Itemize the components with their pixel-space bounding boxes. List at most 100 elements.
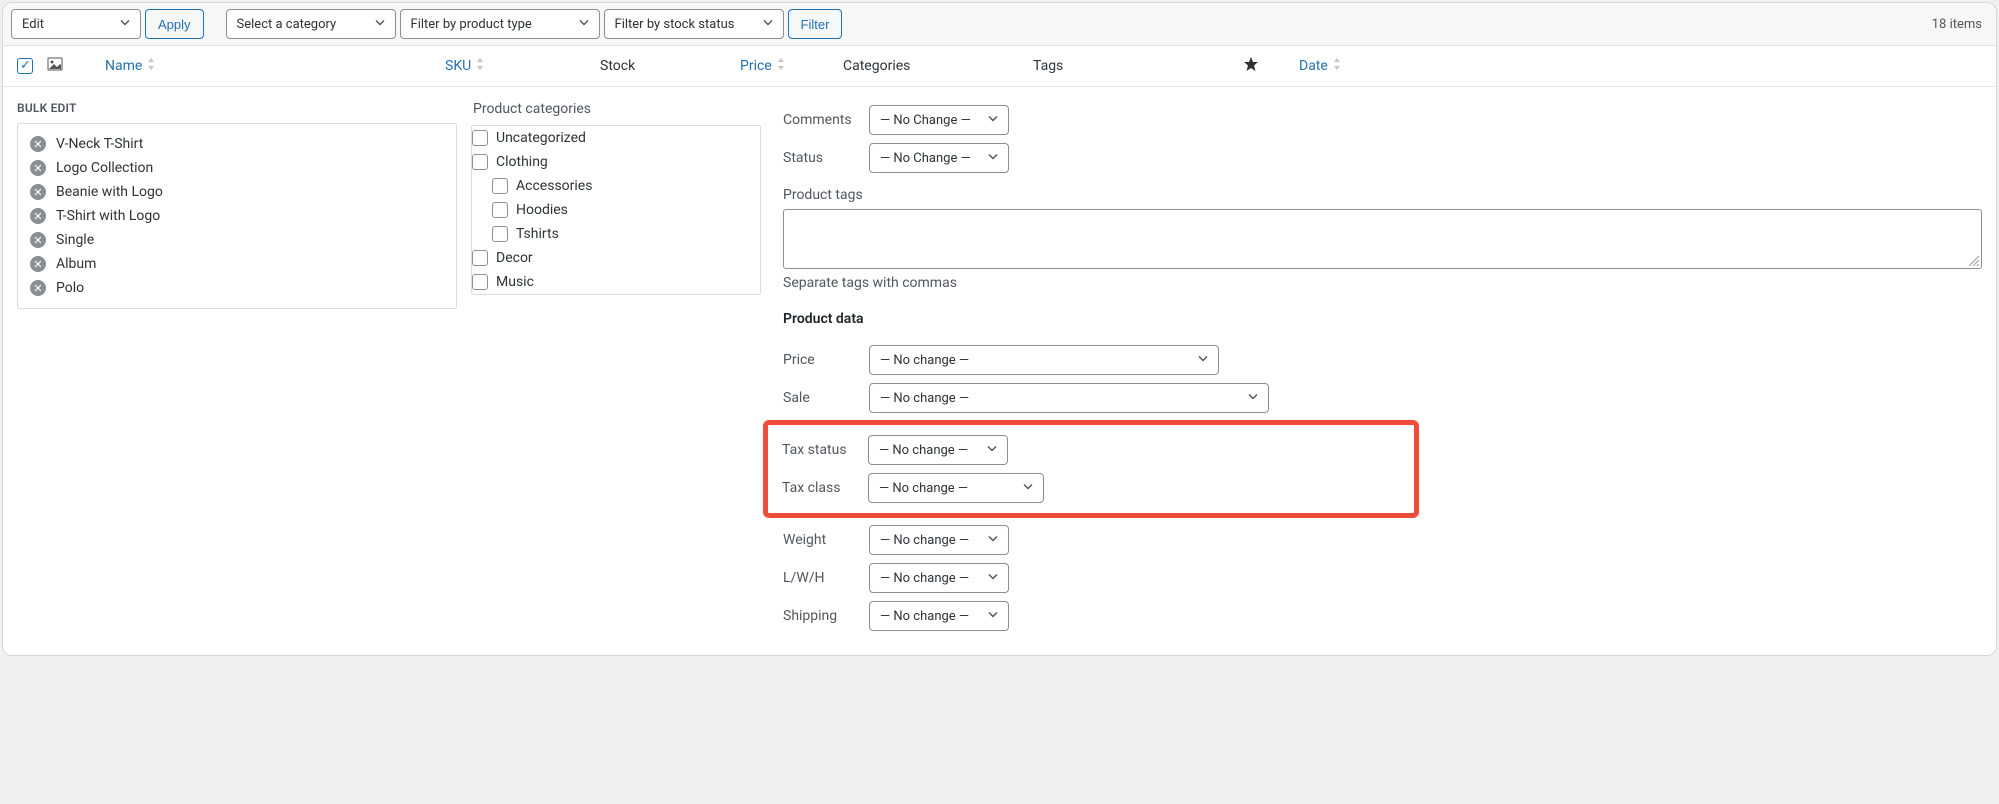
remove-icon[interactable]: ✕ [30,280,46,296]
status-value: — No Change — [880,151,971,166]
product-type-filter-select[interactable]: Filter by product type [400,9,600,39]
column-name[interactable]: Name [97,48,437,84]
list-item: ✕ Album [30,252,444,276]
remove-icon[interactable]: ✕ [30,160,46,176]
filter-button[interactable]: Filter [788,9,843,39]
select-all-checkbox[interactable] [17,58,33,74]
bulk-edit-title: BULK EDIT [17,101,457,123]
category-checkbox[interactable] [492,202,508,218]
column-name-label: Name [105,58,142,74]
comments-label: Comments [783,112,869,128]
category-filter-select[interactable]: Select a category [226,9,396,39]
list-item: ✕ Single [30,228,444,252]
stock-status-filter-value: Filter by stock status [615,17,735,32]
list-item: ✕ Beanie with Logo [30,180,444,204]
category-label: Clothing [496,154,548,170]
category-label: Accessories [516,178,592,194]
category-checkbox[interactable] [492,178,508,194]
column-categories: Categories [835,48,1025,84]
chevron-down-icon [1023,481,1033,496]
price-value: — No change — [880,353,969,368]
list-item: ✕ T-Shirt with Logo [30,204,444,228]
chevron-down-icon [1248,391,1258,406]
comments-value: — No Change — [880,113,971,128]
remove-icon[interactable]: ✕ [30,208,46,224]
category-item[interactable]: Music [472,270,760,294]
category-item[interactable]: Clothing [472,150,760,174]
category-item[interactable]: Uncategorized [472,126,760,150]
chevron-down-icon [988,571,998,586]
category-item[interactable]: Tshirts [472,222,760,246]
product-data-title: Product data [783,305,1982,341]
image-column-icon [47,57,63,75]
lwh-select[interactable]: — No change — [869,563,1009,593]
status-label: Status [783,150,869,166]
categories-panel: Uncategorized Clothing Accessories Hoodi… [471,125,761,295]
category-checkbox[interactable] [472,274,488,290]
tax-class-label: Tax class [782,480,868,496]
category-item[interactable]: Accessories [472,174,760,198]
star-icon [1243,56,1259,76]
category-checkbox[interactable] [472,154,488,170]
remove-icon[interactable]: ✕ [30,136,46,152]
apply-button[interactable]: Apply [145,9,204,39]
comments-select[interactable]: — No Change — [869,105,1009,135]
category-checkbox[interactable] [472,250,488,266]
product-categories-title: Product categories [471,101,761,125]
shipping-label: Shipping [783,608,869,624]
chevron-down-icon [987,443,997,458]
shipping-select[interactable]: — No change — [869,601,1009,631]
sort-icon [776,58,786,74]
column-date[interactable]: Date [1291,48,1996,84]
column-categories-label: Categories [843,58,910,74]
column-price[interactable]: Price [732,48,835,84]
column-tags: Tags [1025,48,1235,84]
product-type-filter-value: Filter by product type [411,17,532,32]
product-tags-input[interactable] [783,209,1982,269]
category-item[interactable]: Decor [472,246,760,270]
column-stock-label: Stock [600,58,635,74]
category-label: Decor [496,250,533,266]
chevron-down-icon [988,113,998,128]
product-name: Single [56,232,94,248]
sale-select[interactable]: — No change — [869,383,1269,413]
product-name: Album [56,256,96,272]
category-label: Uncategorized [496,130,586,146]
column-stock: Stock [592,48,732,84]
tax-status-select[interactable]: — No change — [868,435,1008,465]
sale-label: Sale [783,390,869,406]
weight-value: — No change — [880,533,969,548]
product-name: V-Neck T-Shirt [56,136,143,152]
column-date-label: Date [1299,58,1328,74]
category-item[interactable]: Hoodies [472,198,760,222]
category-checkbox[interactable] [472,130,488,146]
price-select[interactable]: — No change — [869,345,1219,375]
weight-select[interactable]: — No change — [869,525,1009,555]
product-tags-label: Product tags [783,177,1982,209]
tax-class-value: — No change — [879,481,968,496]
category-checkbox[interactable] [492,226,508,242]
chevron-down-icon [988,151,998,166]
category-label: Tshirts [516,226,559,242]
chevron-down-icon [375,17,385,32]
bulk-action-select[interactable]: Edit [11,9,141,39]
column-tags-label: Tags [1033,58,1063,74]
filter-label: Filter [801,17,830,32]
category-filter-value: Select a category [237,17,337,32]
tax-class-select[interactable]: — No change — [868,473,1044,503]
highlight-box: Tax status — No change — Tax class — No … [763,420,1419,518]
column-featured [1235,46,1291,86]
stock-status-filter-select[interactable]: Filter by stock status [604,9,784,39]
items-count: 18 items [1932,17,1988,32]
bulk-action-value: Edit [22,17,44,32]
apply-label: Apply [158,17,191,32]
chevron-down-icon [988,609,998,624]
remove-icon[interactable]: ✕ [30,184,46,200]
status-select[interactable]: — No Change — [869,143,1009,173]
remove-icon[interactable]: ✕ [30,232,46,248]
chevron-down-icon [763,17,773,32]
list-item: ✕ V-Neck T-Shirt [30,132,444,156]
remove-icon[interactable]: ✕ [30,256,46,272]
sale-value: — No change — [880,391,969,406]
column-sku[interactable]: SKU [437,48,592,84]
